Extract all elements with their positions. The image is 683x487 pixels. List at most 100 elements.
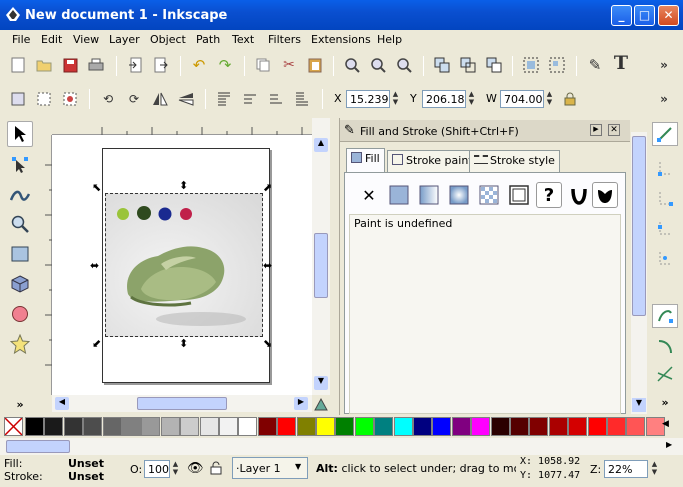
rectangle-tool-icon[interactable] xyxy=(7,241,33,267)
menu-file[interactable]: File xyxy=(12,33,30,46)
scale-handle-e[interactable]: ⬌ xyxy=(263,259,272,272)
tweak-tool-icon[interactable] xyxy=(7,181,33,207)
menu-view[interactable]: View xyxy=(73,33,99,46)
palette-swatch[interactable] xyxy=(102,417,122,436)
palette-swatch[interactable] xyxy=(529,417,549,436)
flip-vertical-icon[interactable] xyxy=(177,90,195,108)
flat-color-button[interactable] xyxy=(386,182,412,208)
scroll-up-icon[interactable]: ▲ xyxy=(314,138,328,152)
text-font-icon[interactable]: T xyxy=(612,52,630,74)
fill-rule-evenodd-icon[interactable] xyxy=(566,182,592,208)
scale-handle-s[interactable]: ⬍ xyxy=(179,337,188,350)
menu-text[interactable]: Text xyxy=(232,33,254,46)
raise-icon[interactable] xyxy=(241,90,259,108)
controls-overflow[interactable]: » xyxy=(655,90,673,108)
palette-swatch[interactable] xyxy=(510,417,529,436)
zoom-page-icon[interactable] xyxy=(395,56,413,74)
opacity-spinner[interactable]: ▲ ▼ xyxy=(171,460,180,478)
palette-swatch[interactable] xyxy=(257,417,277,436)
open-folder-icon[interactable] xyxy=(35,56,53,74)
x-field[interactable]: 15.239 xyxy=(346,90,390,108)
canvas-horizontal-scrollbar[interactable]: ◀ ▶ xyxy=(52,395,312,412)
toolbar-overflow[interactable]: » xyxy=(655,56,673,74)
panel-scroll-thumb[interactable] xyxy=(632,136,646,316)
swatch-button[interactable] xyxy=(506,182,532,208)
clone-icon[interactable] xyxy=(459,56,477,74)
palette-swatch[interactable] xyxy=(587,417,607,436)
menu-layer[interactable]: Layer xyxy=(109,33,140,46)
no-paint-button[interactable]: ✕ xyxy=(356,182,382,208)
palette-swatch[interactable] xyxy=(548,417,568,436)
palette-swatch[interactable] xyxy=(160,417,180,436)
palette-swatch[interactable] xyxy=(626,417,646,436)
copy-icon[interactable] xyxy=(254,56,272,74)
scale-handle-nw[interactable]: ⬉ xyxy=(92,181,101,194)
scroll-left-icon[interactable]: ◀ xyxy=(55,397,69,410)
scale-handle-se[interactable]: ⬊ xyxy=(263,337,272,350)
palette-scroll-right-icon[interactable]: ▶ xyxy=(666,440,672,449)
new-document-icon[interactable] xyxy=(9,56,27,74)
rotate-ccw-icon[interactable]: ⟲ xyxy=(99,90,117,108)
3d-box-tool-icon[interactable] xyxy=(7,271,33,297)
w-field[interactable]: 704.000 xyxy=(500,90,544,108)
close-button[interactable]: ✕ xyxy=(658,5,679,26)
selector-tool-icon[interactable] xyxy=(7,121,33,147)
cut-icon[interactable]: ✂ xyxy=(280,56,298,74)
maximize-button[interactable]: □ xyxy=(634,5,655,26)
scale-handle-n[interactable]: ⬍ xyxy=(179,179,188,192)
rotate-cw-icon[interactable]: ⟳ xyxy=(125,90,143,108)
toolbox-overflow[interactable]: » xyxy=(7,391,33,417)
palette-swatch[interactable] xyxy=(199,417,219,436)
panel-iconify-icon[interactable]: ▶ xyxy=(590,124,602,136)
unset-paint-button[interactable]: ? xyxy=(536,182,562,208)
palette-swatch[interactable] xyxy=(141,417,161,436)
layer-lock-icon[interactable] xyxy=(209,461,223,478)
fill-stroke-icon[interactable]: ✎ xyxy=(586,56,604,74)
palette-scroll-icon[interactable]: ◀ xyxy=(662,419,669,429)
linear-gradient-button[interactable] xyxy=(416,182,442,208)
w-spinner[interactable]: ▲ ▼ xyxy=(545,90,554,108)
palette-swatch[interactable] xyxy=(25,417,44,436)
menu-filters[interactable]: Filters xyxy=(268,33,301,46)
scroll-thumb-h[interactable] xyxy=(137,397,227,410)
y-spinner[interactable]: ▲ ▼ xyxy=(467,90,476,108)
scroll-down-icon[interactable]: ▼ xyxy=(314,376,328,390)
unlink-clone-icon[interactable] xyxy=(485,56,503,74)
ungroup-icon[interactable] xyxy=(548,56,566,74)
group-icon[interactable] xyxy=(522,56,540,74)
scroll-thumb[interactable] xyxy=(314,233,328,298)
pattern-button[interactable] xyxy=(476,182,502,208)
snap-nodes-icon[interactable] xyxy=(652,304,678,328)
zoom-drawing-icon[interactable] xyxy=(369,56,387,74)
select-all-layers-icon[interactable] xyxy=(35,90,53,108)
panel-close-icon[interactable]: ✕ xyxy=(608,124,620,136)
layer-dropdown[interactable]: ·Layer 1 ▼ xyxy=(232,457,308,479)
snap-paths-icon[interactable] xyxy=(652,334,678,358)
palette-swatch[interactable] xyxy=(44,417,64,436)
zoom-tool-icon[interactable] xyxy=(7,211,33,237)
palette-swatch[interactable] xyxy=(335,417,355,436)
canvas-vertical-scrollbar[interactable]: ▲ ▼ xyxy=(312,118,330,395)
palette-swatch[interactable] xyxy=(607,417,626,436)
canvas[interactable]: ⬉ ⬍ ⬈ ⬌ ⬌ ⬋ ⬍ ⬊ xyxy=(52,135,312,395)
panel-scrollbar[interactable]: ▼ xyxy=(631,132,647,414)
lock-icon[interactable] xyxy=(561,90,579,108)
palette-swatch[interactable] xyxy=(471,417,491,436)
palette-swatch[interactable] xyxy=(490,417,510,436)
print-icon[interactable] xyxy=(87,56,105,74)
color-manage-icon[interactable] xyxy=(313,396,329,412)
palette-swatch[interactable] xyxy=(393,417,413,436)
tab-stroke-paint[interactable]: Stroke paint xyxy=(387,150,478,172)
fill-rule-nonzero-icon[interactable] xyxy=(592,182,618,208)
zoom-spinner[interactable]: ▲ ▼ xyxy=(650,460,659,478)
save-icon[interactable] xyxy=(61,56,79,74)
x-spinner[interactable]: ▲ ▼ xyxy=(391,90,400,108)
scale-handle-ne[interactable]: ⬈ xyxy=(263,181,272,194)
snap-bbox-edge-icon[interactable] xyxy=(652,186,678,210)
opacity-field[interactable]: 100 xyxy=(144,460,170,478)
palette-swatch[interactable] xyxy=(451,417,471,436)
duplicate-icon[interactable] xyxy=(433,56,451,74)
scale-handle-w[interactable]: ⬌ xyxy=(90,259,99,272)
palette-swatch[interactable] xyxy=(568,417,588,436)
zoom-field[interactable]: 22% xyxy=(604,460,648,478)
